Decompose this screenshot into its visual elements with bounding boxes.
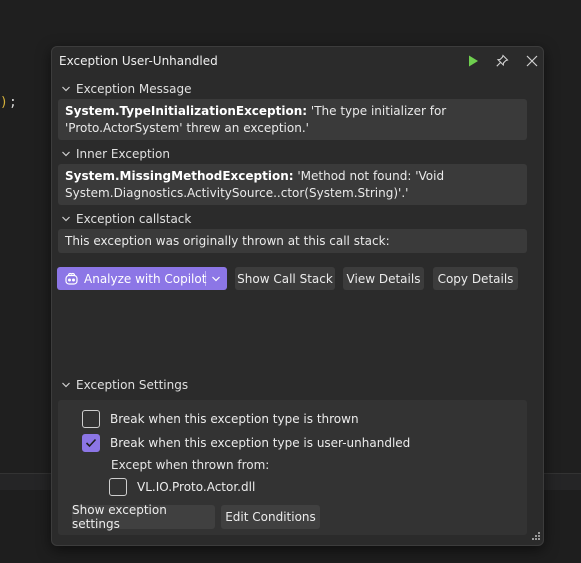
popup-titlebar: Exception User-Unhandled bbox=[52, 47, 543, 75]
callstack-box: This exception was originally thrown at … bbox=[58, 229, 527, 253]
inner-exception-type: System.MissingMethodException: bbox=[65, 169, 294, 183]
copilot-button-label: Analyze with Copilot bbox=[84, 271, 207, 286]
inner-exception-box: System.MissingMethodException: 'Method n… bbox=[58, 164, 527, 205]
break-user-unhandled-row[interactable]: Break when this exception type is user-u… bbox=[82, 434, 410, 452]
pin-icon[interactable] bbox=[493, 52, 511, 70]
copy-details-button[interactable]: Copy Details bbox=[433, 267, 518, 290]
section-label: Exception Message bbox=[76, 82, 192, 96]
exception-message-header[interactable]: Exception Message bbox=[60, 81, 191, 97]
break-user-unhandled-label: Break when this exception type is user-u… bbox=[110, 436, 411, 450]
copilot-icon bbox=[63, 271, 79, 287]
code-paren: ) bbox=[0, 95, 8, 110]
close-icon[interactable] bbox=[523, 52, 541, 70]
exception-popup: Exception User-Unhandled Exception Messa… bbox=[51, 46, 544, 546]
module-row[interactable]: VL.IO.Proto.Actor.dll bbox=[109, 478, 255, 496]
code-semicolon: ; bbox=[9, 95, 17, 110]
chevron-down-icon bbox=[60, 148, 72, 160]
exception-settings-header[interactable]: Exception Settings bbox=[60, 377, 188, 393]
show-call-stack-button[interactable]: Show Call Stack bbox=[235, 267, 335, 290]
exception-message-box: System.TypeInitializationException: 'The… bbox=[58, 99, 527, 140]
analyze-with-copilot-button[interactable]: Analyze with Copilot bbox=[57, 267, 227, 290]
break-thrown-row[interactable]: Break when this exception type is thrown bbox=[82, 410, 359, 428]
chevron-down-icon bbox=[60, 213, 72, 225]
chevron-down-icon bbox=[60, 379, 72, 391]
callstack-text: This exception was originally thrown at … bbox=[65, 234, 390, 248]
view-details-button[interactable]: View Details bbox=[343, 267, 424, 290]
break-thrown-checkbox[interactable] bbox=[82, 410, 100, 428]
resize-grip-icon[interactable] bbox=[529, 531, 541, 543]
break-user-unhandled-checkbox[interactable] bbox=[82, 434, 100, 452]
except-when-label: Except when thrown from: bbox=[111, 458, 270, 472]
module-checkbox[interactable] bbox=[109, 478, 127, 496]
exception-type: System.TypeInitializationException: bbox=[65, 104, 308, 118]
break-thrown-label: Break when this exception type is thrown bbox=[110, 412, 359, 426]
inner-exception-header[interactable]: Inner Exception bbox=[60, 146, 170, 162]
show-exception-settings-button[interactable]: Show exception settings bbox=[72, 503, 215, 531]
popup-title: Exception User-Unhandled bbox=[59, 54, 218, 68]
section-label: Inner Exception bbox=[76, 147, 170, 161]
module-label: VL.IO.Proto.Actor.dll bbox=[137, 480, 256, 494]
callstack-header[interactable]: Exception callstack bbox=[60, 211, 191, 227]
exception-settings-box: Break when this exception type is thrown… bbox=[58, 400, 527, 535]
play-icon[interactable] bbox=[464, 52, 482, 70]
split-divider bbox=[205, 271, 206, 286]
edit-conditions-button[interactable]: Edit Conditions bbox=[221, 505, 320, 529]
section-label: Exception Settings bbox=[76, 378, 189, 392]
section-label: Exception callstack bbox=[76, 212, 192, 226]
chevron-down-icon bbox=[60, 83, 72, 95]
chevron-down-icon[interactable] bbox=[208, 270, 224, 287]
